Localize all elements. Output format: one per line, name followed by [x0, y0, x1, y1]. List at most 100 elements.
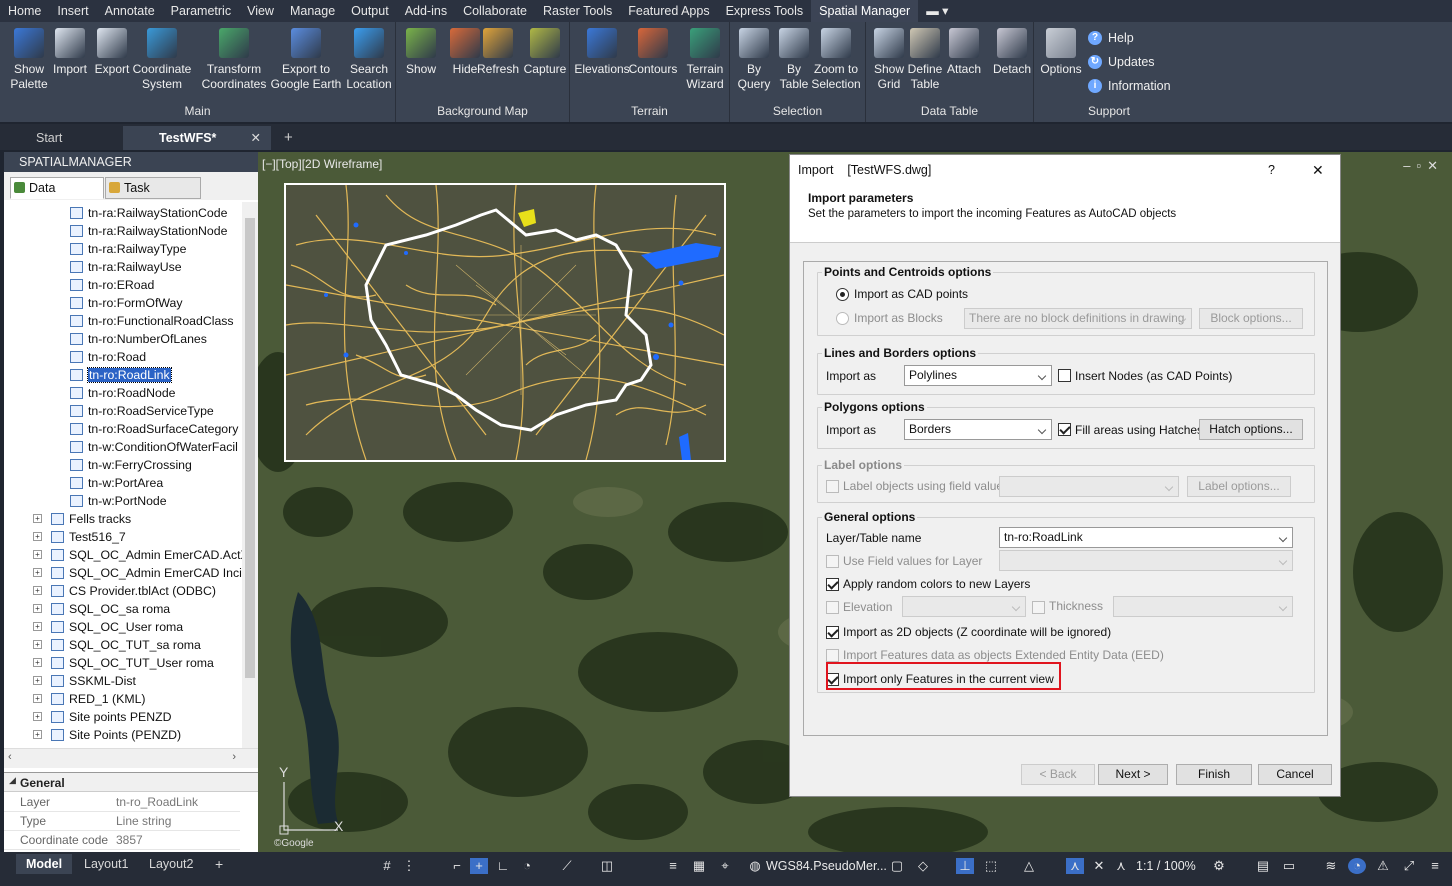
bg-show-button[interactable]: Show	[400, 28, 442, 77]
help-icon[interactable]: ?	[1268, 155, 1275, 185]
ribbon-tab-collaborate[interactable]: Collaborate	[455, 0, 535, 22]
ribbon-tab-add-ins[interactable]: Add-ins	[397, 0, 455, 22]
label-field-select[interactable]	[999, 476, 1179, 497]
zoom-to-selection-button[interactable]: Zoom to Selection	[810, 28, 862, 92]
ribbon-tab-output[interactable]: Output	[343, 0, 397, 22]
tree-item[interactable]: + CS Provider.tblAct (ODBC)	[33, 582, 216, 600]
use-field-values-checkbox[interactable]	[826, 555, 839, 568]
transform-coordinates-button[interactable]: Transform Coordinates	[198, 28, 270, 92]
attach-button[interactable]: Attach	[944, 28, 984, 77]
viewport-caption[interactable]: [−][Top][2D Wireframe]	[262, 157, 382, 171]
show-palette-button[interactable]: Show Palette	[4, 28, 54, 92]
tree-item[interactable]: tn-ro:ERoad	[70, 276, 154, 294]
tree-item[interactable]: + SQL_OC_TUT_User roma	[33, 654, 214, 672]
tree-item[interactable]: tn-ro:RoadNode	[70, 384, 176, 402]
tree-item[interactable]: + Site points PENZD	[33, 708, 172, 726]
ortho-icon[interactable]: ∟	[494, 858, 512, 874]
annotation-scale-label[interactable]: 1:1 / 100%	[1136, 859, 1196, 873]
import-as-cad-points-radio[interactable]	[836, 288, 849, 301]
infer-constraints-icon[interactable]: ⌐	[448, 858, 466, 874]
isolate-objects-icon[interactable]: ≋	[1322, 858, 1340, 874]
ribbon-tab-view[interactable]: View	[239, 0, 282, 22]
next-button[interactable]: Next >	[1098, 764, 1168, 785]
add-layout-button[interactable]: +	[205, 854, 233, 874]
tree-item[interactable]: tn-ro:FormOfWay	[70, 294, 183, 312]
fullscreen-icon[interactable]: ⤢	[1400, 858, 1418, 874]
back-button[interactable]: < Back	[1021, 764, 1095, 785]
lock-ui-icon[interactable]: ▭	[1280, 858, 1298, 874]
bg-refresh-button[interactable]: Refresh	[476, 28, 520, 77]
scroll-right-icon[interactable]: ›	[232, 751, 236, 763]
ribbon-tab-annotate[interactable]: Annotate	[97, 0, 163, 22]
ribbon-tab-spatial-manager[interactable]: Spatial Manager	[811, 0, 919, 22]
annotation-scale-icon[interactable]: ⋏	[1066, 858, 1084, 874]
elevation-checkbox[interactable]	[826, 601, 839, 614]
annotation-visibility-icon[interactable]: △	[1020, 858, 1038, 874]
tree-item[interactable]: tn-ra:RailwayStationCode	[70, 204, 227, 222]
search-location-button[interactable]: Search Location	[344, 28, 394, 92]
expand-icon[interactable]: +	[33, 622, 42, 631]
updates-button[interactable]: ↻ Updates	[1088, 52, 1155, 72]
tree-item[interactable]: tn-ra:RailwayUse	[70, 258, 182, 276]
expand-icon[interactable]: +	[33, 586, 42, 595]
import-eed-checkbox[interactable]	[826, 649, 839, 662]
export-button[interactable]: Export	[92, 28, 132, 77]
import-2d-checkbox[interactable]	[826, 626, 839, 639]
tree-item[interactable]: tn-w:FerryCrossing	[70, 456, 192, 474]
tree-item[interactable]: tn-ro:RoadServiceType	[70, 402, 214, 420]
clean-screen-icon[interactable]: ⚠	[1374, 858, 1392, 874]
tree-item[interactable]: tn-w:PortArea	[70, 474, 163, 492]
ribbon-tab-manage[interactable]: Manage	[282, 0, 343, 22]
hardware-acceleration-icon[interactable]: ◔	[1348, 858, 1366, 874]
expand-icon[interactable]: +	[33, 532, 42, 541]
expand-icon[interactable]: +	[33, 640, 42, 649]
tab-data-sources[interactable]: Data sources	[10, 177, 104, 215]
globe-icon[interactable]: ◍	[746, 858, 764, 874]
random-colors-checkbox[interactable]	[826, 578, 839, 591]
tree-vertical-scrollbar[interactable]	[242, 202, 258, 748]
expand-icon[interactable]: +	[33, 658, 42, 667]
snap-icon[interactable]: ⋮	[400, 858, 418, 874]
tree-item[interactable]: + SQL_OC_Admin EmerCAD IncilW	[33, 564, 242, 582]
thickness-select[interactable]	[1113, 596, 1293, 617]
lines-import-as-select[interactable]: Polylines	[904, 365, 1052, 386]
tree-item[interactable]: tn-ra:RailwayStationNode	[70, 222, 227, 240]
customization-menu-icon[interactable]: ≡	[1426, 858, 1444, 874]
ribbon-tab-home[interactable]: Home	[0, 0, 49, 22]
collapse-icon[interactable]: ◢	[9, 775, 16, 786]
export-google-earth-button[interactable]: Export to Google Earth	[268, 28, 344, 92]
tree-item[interactable]: + Site Points (PENZD)	[33, 726, 181, 744]
add-tab-button[interactable]: +	[248, 126, 293, 150]
detach-button[interactable]: Detach	[992, 28, 1032, 77]
isodraft-icon[interactable]: ⟋	[558, 858, 576, 874]
options-button[interactable]: Options	[1038, 28, 1084, 77]
ribbon-tab-featured-apps[interactable]: Featured Apps	[620, 0, 717, 22]
location-pin-icon[interactable]: ⌖	[716, 858, 734, 874]
define-table-button[interactable]: Define Table	[906, 28, 944, 92]
expand-icon[interactable]: +	[33, 730, 42, 739]
expand-icon[interactable]: +	[33, 676, 42, 685]
tree-item[interactable]: tn-ro:Road	[70, 348, 146, 366]
lineweight-icon[interactable]: ≡	[664, 858, 682, 874]
insert-nodes-checkbox[interactable]	[1058, 369, 1071, 382]
tree-horizontal-scrollbar[interactable]: ‹ ›	[4, 748, 258, 768]
by-query-button[interactable]: By Query	[734, 28, 774, 92]
layer-table-name-select[interactable]: tn-ro:RoadLink	[999, 527, 1293, 548]
tab-model[interactable]: Model	[16, 854, 73, 874]
finish-button[interactable]: Finish	[1176, 764, 1252, 785]
gizmo-icon[interactable]: ⬚	[982, 858, 1000, 874]
dynamic-input-icon[interactable]: +	[470, 858, 488, 874]
cancel-button[interactable]: Cancel	[1258, 764, 1332, 785]
coordinate-system-label[interactable]: WGS84.PseudoMer...	[766, 859, 887, 873]
quick-properties-icon[interactable]: ▤	[1254, 858, 1272, 874]
bg-capture-button[interactable]: Capture	[522, 28, 568, 77]
tree-item[interactable]: tn-w:PortNode	[70, 492, 167, 510]
dialog-titlebar[interactable]: Import [TestWFS.dwg] ? ✕	[790, 155, 1340, 185]
ribbon-overflow-icon[interactable]: ▬ ▾	[918, 0, 956, 22]
tree-item[interactable]: + SQL_OC_User roma	[33, 618, 183, 636]
terrain-wizard-button[interactable]: Terrain Wizard	[682, 28, 728, 92]
expand-icon[interactable]: +	[33, 550, 42, 559]
contours-button[interactable]: Contours	[626, 28, 680, 77]
scroll-thumb[interactable]	[245, 218, 255, 678]
import-as-blocks-radio[interactable]	[836, 312, 849, 325]
